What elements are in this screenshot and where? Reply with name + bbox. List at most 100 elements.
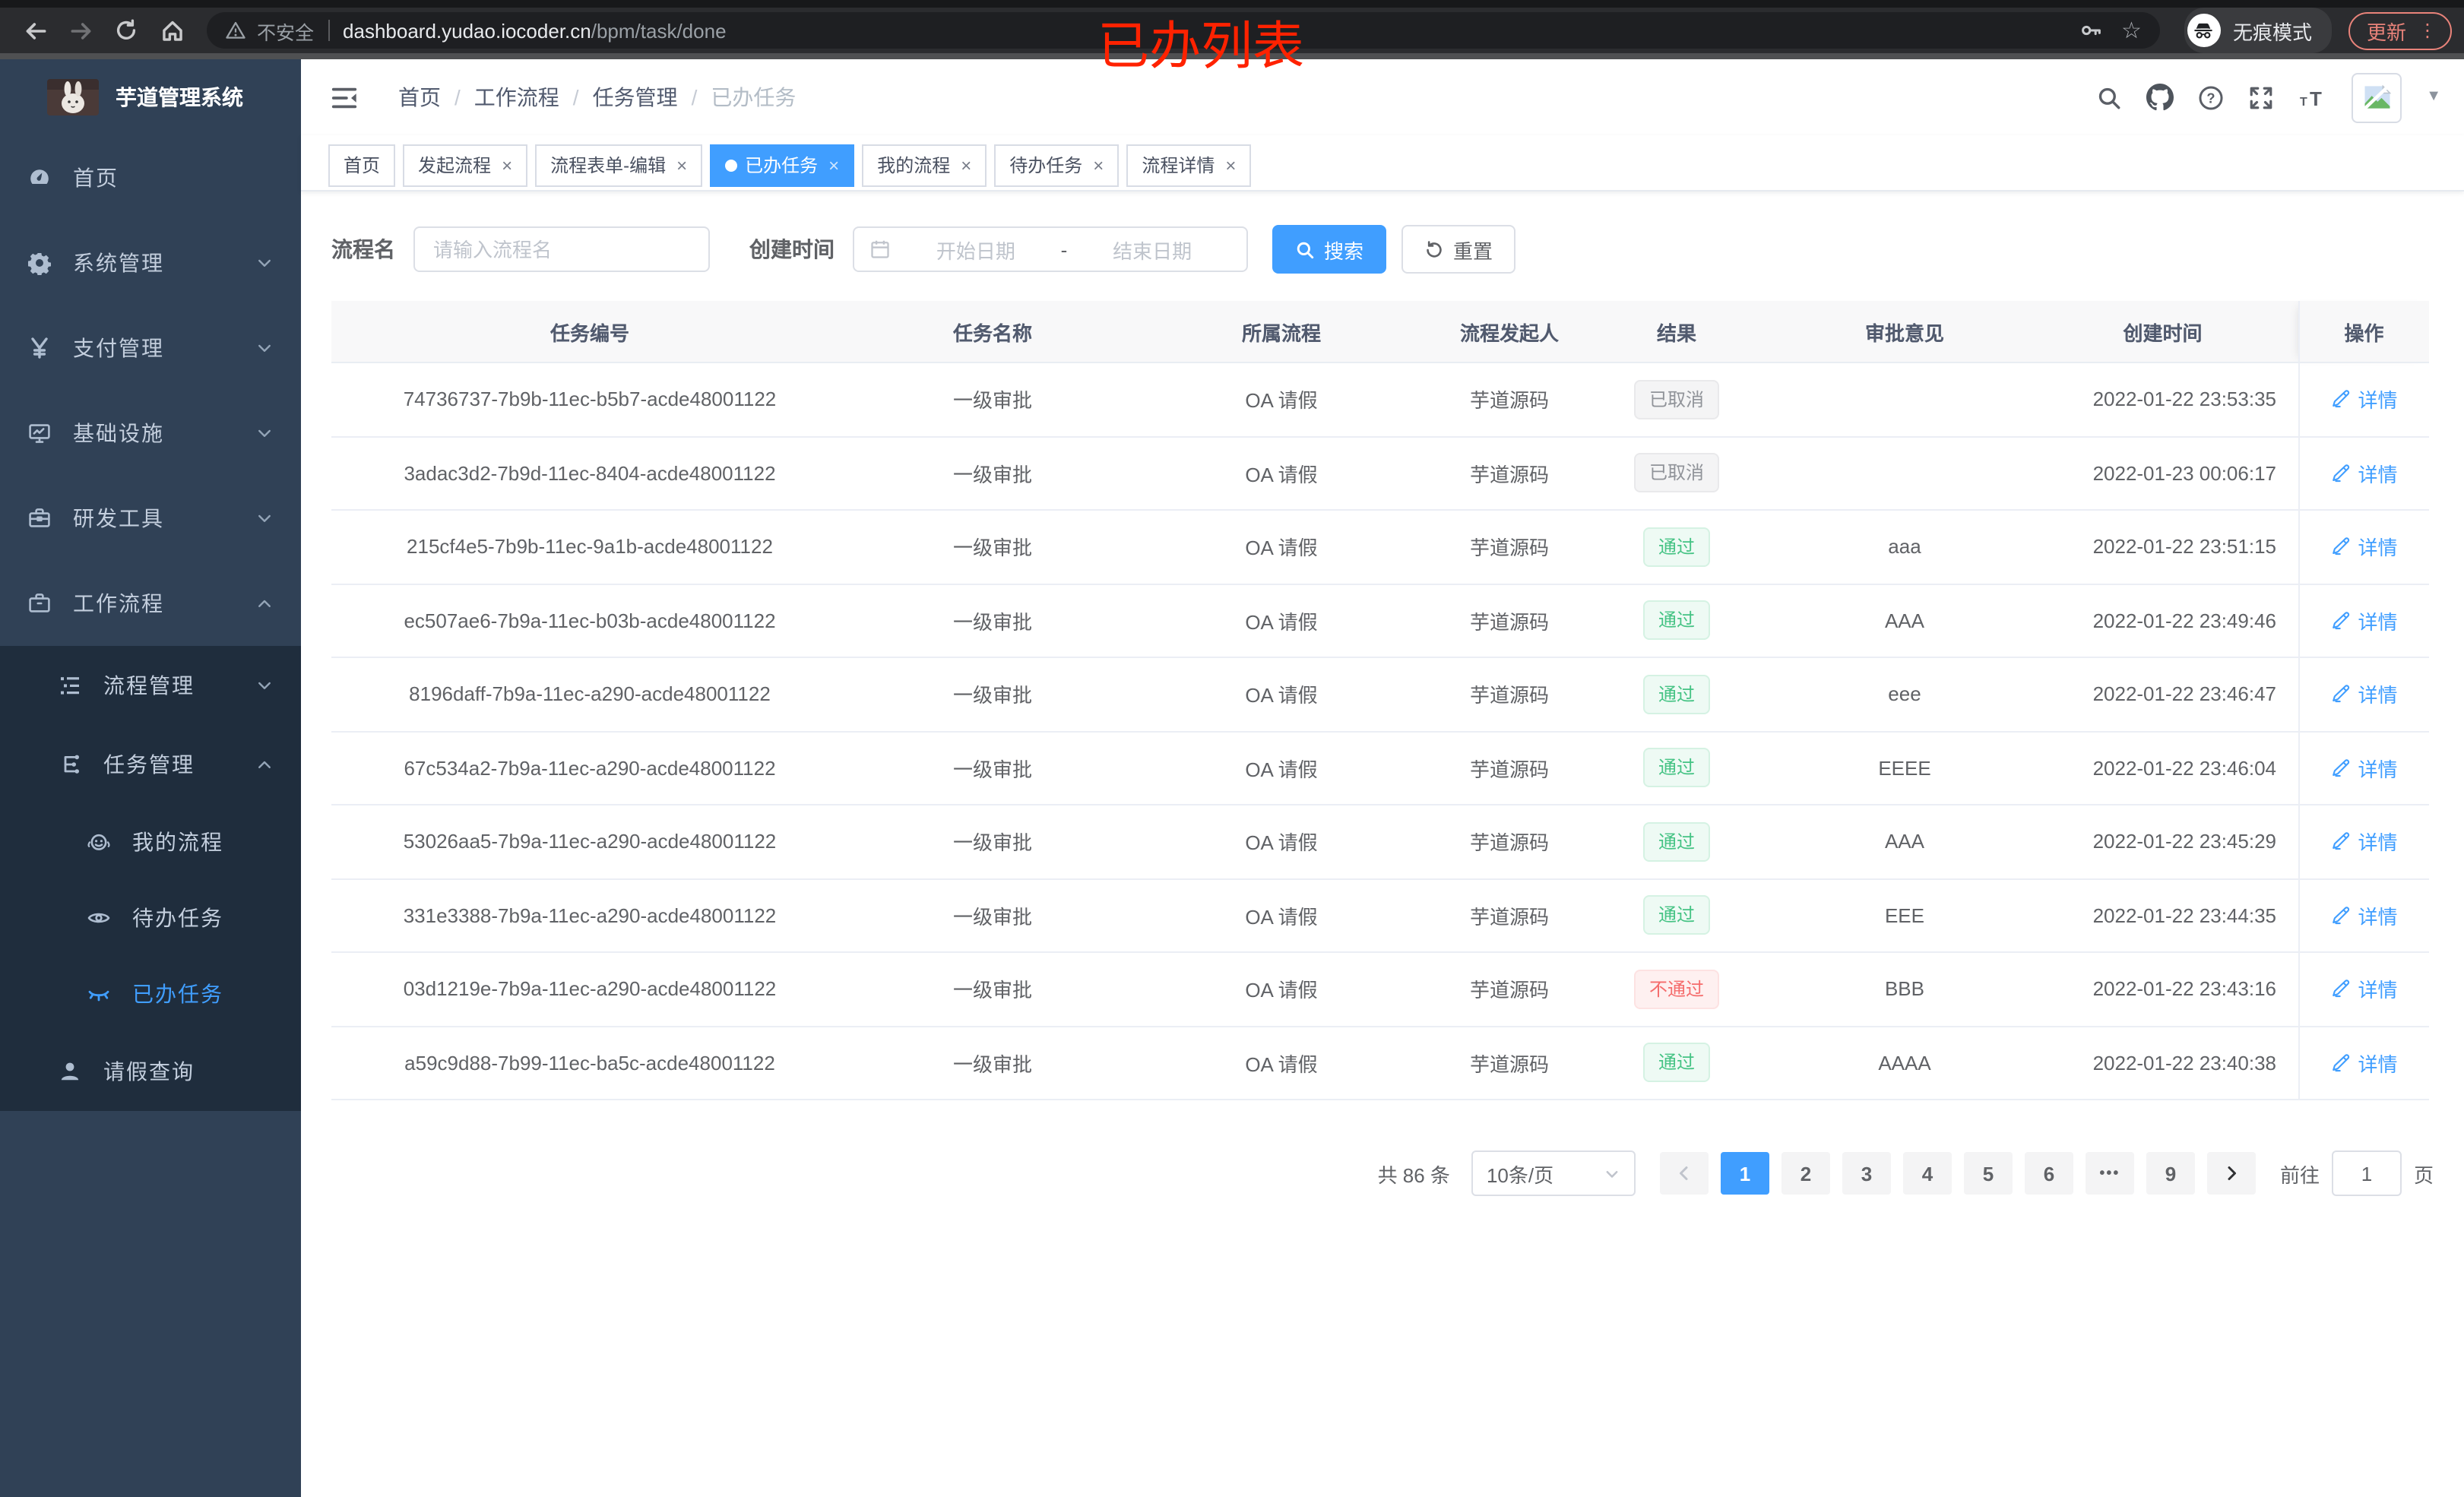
detail-link[interactable]: 详情 <box>2330 901 2398 930</box>
table-row: 215cf4e5-7b9b-11ec-9a1b-acde48001122 一级审批… <box>331 510 2429 584</box>
app-title: 芋道管理系统 <box>116 85 243 109</box>
sidebar-item-jddneslkxo3v[interactable]: 我的流程 <box>0 804 301 880</box>
close-icon[interactable]: × <box>1093 156 1104 174</box>
sidebar-item-iv9gbiflngbl[interactable]: 待办任务 <box>0 880 301 956</box>
breadcrumb-item-ijpfoclkxo3v[interactable]: 工作流程 <box>474 82 559 112</box>
comment-cell: BBB <box>1760 952 2049 1027</box>
page-button-2[interactable]: 2 <box>1781 1152 1830 1195</box>
tab-item-uc6u45[interactable]: 首页 <box>328 144 396 186</box>
reload-icon[interactable] <box>108 12 144 49</box>
starter-cell: 芋道源码 <box>1426 657 1593 732</box>
tab-item-ik2gbiflngbl[interactable]: 已办任务 × <box>710 144 855 186</box>
page-button-4[interactable]: 4 <box>1902 1152 1952 1195</box>
process-name-input[interactable] <box>413 226 710 272</box>
sidebar-item-npwgk1ijpg3b[interactable]: 研发工具 <box>0 476 301 561</box>
sidebar-item-uc6u45[interactable]: 首页 <box>0 135 301 220</box>
filter-form: 流程名 创建时间 开始日期 - 结束日期 <box>331 225 2434 274</box>
total-count: 共 86 条 <box>1377 1163 1450 1186</box>
table-row: 53026aa5-7b9a-11ec-a290-acde48001122 一级审批… <box>331 805 2429 879</box>
home-icon[interactable] <box>154 12 190 49</box>
font-size-icon[interactable]: TT <box>2298 84 2327 110</box>
sidebar-item-hdmnr4rlqk3h[interactable]: 基础设施 <box>0 391 301 476</box>
tab-item-iv9gbiflngbl[interactable]: 待办任务 × <box>994 144 1120 186</box>
search-icon[interactable] <box>2096 84 2122 110</box>
close-icon[interactable]: × <box>961 156 971 174</box>
chevron-down-icon <box>1604 1165 1620 1182</box>
help-icon[interactable]: ? <box>2198 84 2224 110</box>
sidebar-item-oorp27of5mx2[interactable]: 系统管理 <box>0 220 301 305</box>
tab-label: 我的流程 <box>877 155 951 176</box>
close-icon[interactable]: × <box>1225 156 1236 174</box>
page-button-9[interactable]: 9 <box>2146 1152 2195 1195</box>
incognito-icon <box>2187 14 2221 47</box>
page-button-5[interactable]: 5 <box>1963 1152 2013 1195</box>
next-page-button[interactable] <box>2206 1152 2256 1195</box>
detail-link[interactable]: 详情 <box>2330 828 2398 856</box>
search-button[interactable]: 搜索 <box>1272 225 1387 274</box>
detail-link[interactable]: 详情 <box>2330 1049 2398 1078</box>
logo[interactable]: 芋道管理系统 <box>0 59 301 135</box>
detail-link[interactable]: 详情 <box>2330 975 2398 1004</box>
tab-item-jddneslkxo3v[interactable]: 我的流程 × <box>862 144 987 186</box>
tab-item-gk1rxzlkxo3v[interactable]: 发起流程 × <box>403 144 528 186</box>
page-ellipsis[interactable]: ••• <box>2085 1152 2134 1195</box>
list-tree-icon <box>58 673 82 698</box>
create-time-cell: 2022-01-22 23:45:29 <box>2049 805 2298 879</box>
close-icon[interactable]: × <box>676 156 687 174</box>
fullscreen-icon[interactable] <box>2248 84 2274 110</box>
update-button[interactable]: 更新 ⋮ <box>2348 11 2452 49</box>
detail-link[interactable]: 详情 <box>2330 385 2398 414</box>
detail-link[interactable]: 详情 <box>2330 459 2398 488</box>
breadcrumb-item-flngblof5mx2[interactable]: 任务管理 <box>593 82 678 112</box>
task-id-cell: a59c9d88-7b99-11ec-ba5c-acde48001122 <box>331 1026 848 1100</box>
page-button-3[interactable]: 3 <box>1842 1152 1891 1195</box>
sidebar-item-ijpfoclkxo3v[interactable]: 工作流程 <box>0 561 301 646</box>
prev-page-button[interactable] <box>1659 1152 1709 1195</box>
detail-link[interactable]: 详情 <box>2330 754 2398 783</box>
toolbox-icon <box>27 506 52 530</box>
star-icon[interactable]: ☆ <box>2121 19 2142 42</box>
browser-chrome: 不安全 dashboard.yudao.iocoder.cn/bpm/task/… <box>0 0 2464 76</box>
detail-link[interactable]: 详情 <box>2330 680 2398 709</box>
page-button-1[interactable]: 1 <box>1720 1152 1769 1195</box>
sidebar-item-flngblof5mx2[interactable]: 任务管理 <box>0 725 301 804</box>
hamburger-icon[interactable] <box>330 83 359 112</box>
chevron-down-icon <box>255 254 274 272</box>
caret-down-icon[interactable]: ▼ <box>2426 89 2441 105</box>
sidebar-item-ik2gbiflngbl[interactable]: 已办任务 <box>0 956 301 1032</box>
github-icon[interactable] <box>2146 84 2174 111</box>
sidebar-item-lkxo3vof5mx2[interactable]: 流程管理 <box>0 646 301 725</box>
page-size-select[interactable]: 10条/页 <box>1471 1150 1636 1196</box>
date-separator: - <box>1060 238 1068 261</box>
close-icon[interactable]: × <box>828 156 839 174</box>
breadcrumb-item-ik2gbiflngbl: 已办任务 <box>711 85 797 109</box>
chevron-down-icon <box>255 424 274 442</box>
calendar-icon <box>869 239 891 260</box>
close-icon[interactable]: × <box>502 156 512 174</box>
reset-button[interactable]: 重置 <box>1401 225 1516 274</box>
page-size-value: 10条/页 <box>1486 1163 1554 1186</box>
comment-cell: AAA <box>1760 584 2049 658</box>
forward-icon[interactable] <box>62 12 99 49</box>
key-icon[interactable] <box>2079 18 2103 43</box>
detail-link[interactable]: 详情 <box>2330 606 2398 635</box>
page-button-6[interactable]: 6 <box>2024 1152 2073 1195</box>
chevron-down-icon <box>255 339 274 357</box>
goto-page-input[interactable] <box>2331 1150 2402 1196</box>
result-cell: 不通过 <box>1593 952 1760 1027</box>
eye-closed-icon <box>87 982 111 1006</box>
detail-link[interactable]: 详情 <box>2330 533 2398 562</box>
breadcrumb-item-uc6u45[interactable]: 首页 <box>398 82 441 112</box>
avatar[interactable] <box>2352 72 2402 122</box>
pen-icon <box>2330 1053 2350 1073</box>
search-button-label: 搜索 <box>1324 239 1364 262</box>
sidebar-item-rnbfuvkitrmq[interactable]: 请假查询 <box>0 1032 301 1111</box>
sidebar-item-jzjfkoof5mx2[interactable]: 支付管理 <box>0 305 301 391</box>
tab-item-lkxo3vqy0ggl19p3qscx[interactable]: 流程表单-编辑 × <box>535 144 703 186</box>
eye-open-icon <box>87 906 111 930</box>
table-row: ec507ae6-7b9a-11ec-b03b-acde48001122 一级审批… <box>331 584 2429 658</box>
tab-item-lkxo3vrmuj45[interactable]: 流程详情 × <box>1126 144 1252 186</box>
date-range-picker[interactable]: 开始日期 - 结束日期 <box>853 226 1248 272</box>
back-icon[interactable] <box>17 12 53 49</box>
browser-menu-icon[interactable]: ⋮ <box>2418 21 2437 40</box>
